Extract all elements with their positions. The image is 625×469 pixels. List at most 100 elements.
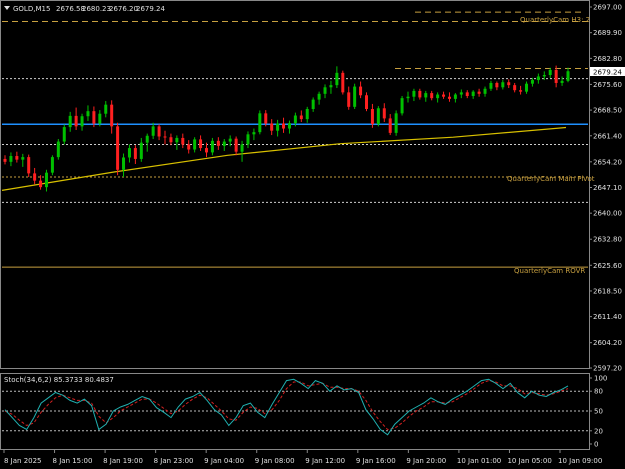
candle-body bbox=[193, 139, 197, 150]
candle-body bbox=[104, 104, 108, 114]
time-tick-label: 8 Jan 15:00 bbox=[53, 457, 93, 465]
candle-body bbox=[430, 93, 434, 99]
stoch-tick-label: 50 bbox=[594, 408, 603, 416]
candle-body bbox=[110, 104, 114, 127]
candle-body bbox=[122, 157, 126, 170]
price-chart[interactable]: GOLD,M15 2676.58 2680.23 2676.20 2679.24… bbox=[0, 0, 625, 469]
candle-body bbox=[252, 132, 256, 135]
candle-body bbox=[3, 158, 7, 162]
candle-body bbox=[80, 116, 84, 127]
candle-body bbox=[116, 126, 120, 170]
time-tick-label: 8 Jan 19:00 bbox=[103, 457, 143, 465]
time-tick-label: 9 Jan 16:00 bbox=[356, 457, 396, 465]
candle-body bbox=[335, 72, 339, 86]
candle-body bbox=[566, 71, 570, 81]
candle-body bbox=[507, 82, 511, 86]
time-tick-label: 8 Jan 23:00 bbox=[154, 457, 194, 465]
price-tick-label: 2604.20 bbox=[593, 339, 622, 347]
candle-body bbox=[39, 180, 43, 188]
candle-body bbox=[282, 123, 286, 129]
time-tick-label: 10 Jan 09:00 bbox=[558, 457, 602, 465]
candle-body bbox=[418, 90, 422, 98]
price-tick-label: 2689.90 bbox=[593, 29, 622, 37]
price-tick-label: 2697.00 bbox=[593, 4, 622, 12]
candle-body bbox=[234, 138, 238, 152]
candle-body bbox=[9, 156, 13, 162]
candle-body bbox=[15, 156, 19, 160]
candle-body bbox=[169, 137, 173, 143]
candle-body bbox=[477, 91, 481, 94]
current-price-value: 2679.24 bbox=[593, 69, 622, 77]
price-tick-label: 2675.60 bbox=[593, 81, 622, 89]
candle-body bbox=[554, 69, 558, 83]
candle-body bbox=[370, 109, 374, 125]
stoch-tick-label: 80 bbox=[594, 388, 603, 396]
candle-body bbox=[560, 80, 564, 83]
candle-body bbox=[459, 92, 463, 95]
price-tick-label: 2640.00 bbox=[593, 210, 622, 218]
candle-body bbox=[513, 85, 517, 91]
candle-body bbox=[264, 113, 268, 124]
candle-body bbox=[204, 148, 208, 153]
candle-body bbox=[187, 144, 191, 150]
candle-body bbox=[163, 136, 167, 138]
candle-body bbox=[530, 80, 534, 84]
candle-body bbox=[359, 86, 363, 96]
candle-body bbox=[56, 141, 60, 158]
candle-body bbox=[181, 137, 185, 145]
main-pivot-label: QuarterlyCam Main Pivot bbox=[507, 175, 595, 183]
candle-body bbox=[542, 75, 546, 77]
price-tick-label: 2597.20 bbox=[593, 365, 622, 373]
current-price-tag: 2679.24 bbox=[590, 67, 625, 77]
candle-body bbox=[365, 95, 369, 110]
candle-body bbox=[216, 140, 220, 146]
candle-body bbox=[246, 134, 250, 145]
time-tick-label: 9 Jan 04:00 bbox=[204, 457, 244, 465]
chart-header: GOLD,M15 2676.58 2680.23 2676.20 2679.24 bbox=[4, 5, 165, 13]
candle-body bbox=[341, 72, 345, 93]
stoch-tick-label: 0 bbox=[594, 441, 598, 449]
candle-body bbox=[293, 115, 297, 124]
candle-body bbox=[471, 91, 475, 96]
candle-body bbox=[525, 83, 529, 92]
price-tick-label: 2682.80 bbox=[593, 55, 622, 63]
candle-body bbox=[240, 144, 244, 152]
candle-body bbox=[145, 135, 149, 143]
candle-body bbox=[228, 138, 232, 142]
candle-body bbox=[495, 82, 499, 88]
candle-body bbox=[323, 87, 327, 94]
rovr-label: QuarterlyCam ROVR bbox=[514, 267, 585, 275]
stoch-tick-label: 20 bbox=[594, 427, 603, 435]
candle-body bbox=[382, 108, 386, 119]
stoch-label: Stoch(34,6,2) 85.3733 80.4837 bbox=[4, 376, 114, 384]
candle-body bbox=[424, 93, 428, 98]
time-tick-label: 9 Jan 12:00 bbox=[305, 457, 345, 465]
candle-body bbox=[406, 96, 410, 99]
price-tick-label: 2647.10 bbox=[593, 184, 622, 192]
candle-body bbox=[317, 93, 321, 100]
candle-body bbox=[442, 94, 446, 97]
price-tick-label: 2618.50 bbox=[593, 287, 622, 295]
time-tick-label: 9 Jan 20:00 bbox=[406, 457, 446, 465]
h3-level-label: QuarterlyCam H3: 2 bbox=[520, 16, 590, 24]
candle-body bbox=[489, 82, 493, 89]
candle-body bbox=[258, 113, 262, 133]
candle-body bbox=[276, 123, 280, 131]
close-value: 2679.24 bbox=[136, 5, 165, 13]
candle-body bbox=[299, 115, 303, 120]
candle-body bbox=[353, 86, 357, 107]
candle-body bbox=[127, 148, 131, 158]
candle-body bbox=[98, 113, 102, 124]
candle-body bbox=[62, 127, 66, 142]
price-axis[interactable]: 2697.00 2689.90 2682.80 2675.60 2668.50 2661.… bbox=[589, 4, 622, 373]
candle-body bbox=[536, 76, 540, 81]
time-tick-label: 10 Jan 01:00 bbox=[457, 457, 501, 465]
time-tick-label: 8 Jan 2025 bbox=[4, 457, 42, 465]
time-tick-label: 9 Jan 08:00 bbox=[255, 457, 295, 465]
candle-body bbox=[44, 172, 48, 188]
candle-body bbox=[210, 140, 214, 153]
candle-body bbox=[139, 142, 143, 159]
candle-body bbox=[329, 85, 333, 88]
candle-body bbox=[199, 139, 203, 149]
candle-body bbox=[436, 94, 440, 99]
